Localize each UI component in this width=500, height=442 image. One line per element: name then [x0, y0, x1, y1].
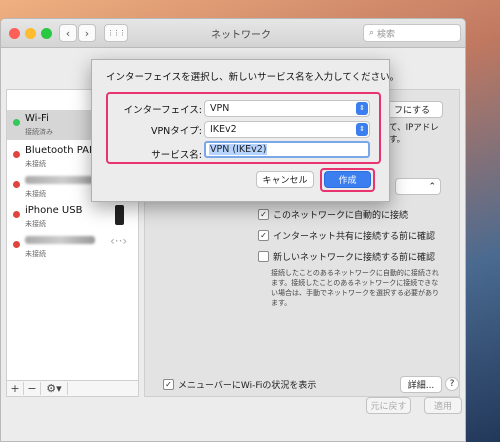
- minimize-window-button[interactable]: [25, 28, 36, 39]
- vpn-type-label: VPNタイプ:: [150, 126, 202, 137]
- info-line: ます。接続したことのあるネットワークに接続できな: [271, 279, 439, 287]
- help-button[interactable]: ?: [445, 377, 459, 391]
- ip-status-text-2: す。: [389, 135, 406, 145]
- grid-icon: ⋮⋮⋮: [107, 29, 126, 37]
- auto-join-label: このネットワークに自動的に接続: [273, 211, 409, 221]
- status-dot: [13, 119, 20, 126]
- title-bar: ‹ › ⋮⋮⋮ ネットワーク ⌕ 検索: [1, 19, 465, 48]
- checkbox-checked-icon: ✓: [163, 379, 174, 390]
- new-service-sheet: インターフェイスを選択し、新しいサービス名を入力してください。 インターフェイス…: [91, 59, 399, 202]
- redacted-name: [25, 176, 101, 184]
- interface-value: VPN: [210, 103, 230, 114]
- cancel-button[interactable]: キャンセル: [256, 171, 314, 188]
- redacted-name: [25, 236, 95, 244]
- status-dot: [13, 151, 20, 158]
- service-name-value: VPN (IKEv2): [209, 144, 268, 155]
- service-status: 未接続: [25, 190, 46, 198]
- show-all-button[interactable]: ⋮⋮⋮: [104, 24, 128, 42]
- status-dot: [13, 241, 20, 248]
- service-status: 未接続: [25, 250, 46, 258]
- vpn-icon: ‹··›: [110, 234, 128, 248]
- status-dot: [13, 181, 20, 188]
- service-status: 未接続: [25, 160, 46, 168]
- status-dot: [13, 211, 20, 218]
- window-title: ネットワーク: [211, 30, 271, 41]
- menubar-label: メニューバーにWi-Fiの状況を表示: [178, 381, 317, 391]
- info-line: ます。: [271, 299, 292, 307]
- service-item-redacted-2[interactable]: 未接続 ‹··›: [7, 232, 138, 262]
- chevron-right-icon: ›: [84, 26, 90, 40]
- forward-button[interactable]: ›: [78, 24, 96, 42]
- search-placeholder: 検索: [377, 29, 396, 40]
- iphone-icon: [115, 205, 124, 225]
- info-line: 接続したことのあるネットワークに自動的に接続され: [271, 269, 439, 277]
- advanced-button[interactable]: 詳細...: [400, 376, 442, 393]
- create-button[interactable]: 作成: [324, 171, 371, 188]
- ask-hotspot-label: インターネット共有に接続する前に確認: [273, 232, 436, 242]
- close-window-button[interactable]: [9, 28, 20, 39]
- revert-button[interactable]: 元に戻す: [366, 397, 411, 414]
- interface-popup[interactable]: VPN ⇕: [204, 100, 370, 117]
- info-text: 接続したことのあるネットワークに自動的に接続され ます。接続したことのあるネット…: [271, 268, 439, 308]
- service-name-field[interactable]: VPN (IKEv2): [204, 141, 370, 158]
- info-line: い場合は、手動でネットワークを選択する必要があり: [271, 289, 439, 297]
- back-button[interactable]: ‹: [59, 24, 77, 42]
- checkbox-checked-icon: ✓: [258, 230, 269, 241]
- service-name: iPhone USB: [25, 205, 83, 216]
- service-name: Bluetooth PAN: [25, 145, 97, 156]
- interface-label: インターフェイス:: [123, 105, 202, 116]
- service-item-iphone-usb[interactable]: iPhone USB 未接続: [7, 202, 138, 232]
- auto-join-checkbox[interactable]: ✓ このネットワークに自動的に接続: [258, 208, 408, 221]
- service-list-controls: + − ⚙▾: [6, 381, 139, 397]
- chevron-left-icon: ‹: [65, 26, 71, 40]
- checkbox-unchecked-icon: [258, 251, 269, 262]
- service-status: 未接続: [25, 220, 46, 228]
- chevron-updown-icon: ⌃: [428, 181, 436, 192]
- checkbox-checked-icon: ✓: [258, 209, 269, 220]
- vpn-type-popup[interactable]: IKEv2 ⇕: [204, 121, 370, 138]
- ask-hotspot-checkbox[interactable]: ✓ インターネット共有に接続する前に確認: [258, 229, 435, 242]
- zoom-window-button[interactable]: [41, 28, 52, 39]
- ip-status-text-1: て、IPアドレ: [389, 123, 439, 133]
- ask-new-networks-checkbox[interactable]: 新しいネットワークに接続する前に確認: [258, 250, 435, 263]
- search-field[interactable]: ⌕ 検索: [363, 24, 461, 42]
- service-name-label: サービス名:: [151, 150, 202, 161]
- apply-button[interactable]: 適用: [424, 397, 462, 414]
- show-wifi-menubar-checkbox[interactable]: ✓ メニューバーにWi-Fiの状況を表示: [163, 378, 316, 391]
- gear-menu-button[interactable]: ⚙▾: [41, 382, 68, 395]
- vpn-type-value: IKEv2: [210, 124, 237, 135]
- network-preferences-window: ‹ › ⋮⋮⋮ ネットワーク ⌕ 検索 Wi-Fi 接続済み Bluetooth…: [0, 18, 466, 442]
- search-icon: ⌕: [369, 28, 375, 38]
- remove-service-button[interactable]: −: [24, 382, 41, 395]
- add-service-button[interactable]: +: [7, 382, 24, 395]
- ask-new-label: 新しいネットワークに接続する前に確認: [273, 253, 436, 263]
- turn-off-wifi-button[interactable]: フにする: [381, 101, 443, 118]
- popup-chevron-icon: ⇕: [356, 102, 368, 115]
- popup-chevron-icon: ⇕: [356, 123, 368, 136]
- service-name: Wi-Fi: [25, 113, 49, 124]
- network-name-popup[interactable]: ⌃: [395, 178, 441, 195]
- sheet-title: インターフェイスを選択し、新しいサービス名を入力してください。: [106, 72, 400, 83]
- service-status: 接続済み: [25, 128, 53, 136]
